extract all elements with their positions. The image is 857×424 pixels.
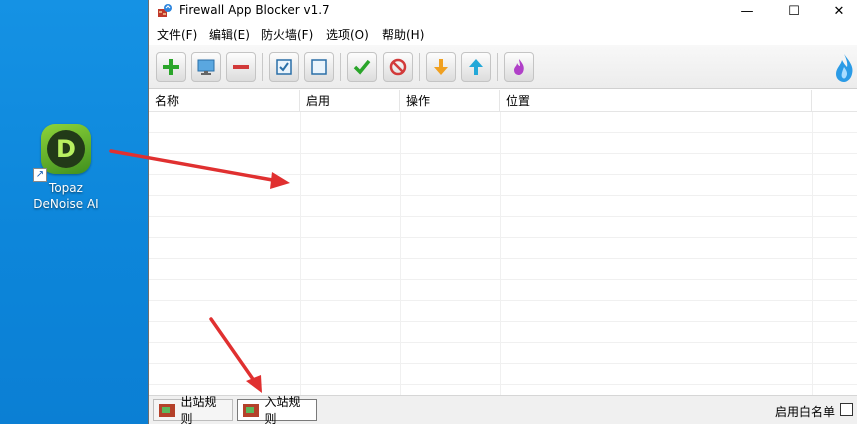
firewall-rule-icon [243,403,259,417]
toolbar-separator [262,53,263,81]
upload-arrow-icon [469,59,483,75]
desktop-icon-label-line2: DeNoise AI [33,197,99,211]
menu-firewall[interactable]: 防火墙(F) [261,26,313,43]
rules-table: 名称 启用 操作 位置 [149,90,857,395]
desktop-icon-label-line1: Topaz [49,181,83,195]
desktop-icon-label: Topaz DeNoise AI [26,180,106,212]
table-row [149,112,857,133]
check-all-button[interactable] [269,52,299,82]
tab-inbound-label: 入站规则 [264,395,301,424]
menu-options[interactable]: 选项(O) [326,26,369,43]
table-row [149,154,857,175]
drop-flame-icon [836,54,853,82]
whitelist-label: 启用白名单 [775,405,836,419]
maximize-button[interactable]: ☐ [771,0,817,22]
table-row [149,217,857,238]
add-button[interactable] [156,52,186,82]
firewall-button[interactable] [504,52,534,82]
close-button[interactable]: ✕ [816,0,857,22]
column-header-action[interactable]: 操作 [400,90,500,112]
flame-icon [514,59,524,75]
checkbox-empty-icon [311,59,327,75]
table-row [149,301,857,322]
import-button[interactable] [426,52,456,82]
tab-outbound-label: 出站规则 [180,395,217,424]
table-row [149,385,857,395]
table-header: 名称 启用 操作 位置 [149,90,857,112]
table-row [149,364,857,385]
title-bar[interactable]: Firewall App Blocker v1.7 — ☐ ✕ [149,0,857,22]
minimize-button[interactable]: — [724,0,770,22]
remove-button[interactable] [226,52,256,82]
app-window: Firewall App Blocker v1.7 — ☐ ✕ 文件(F) 编辑… [148,0,857,424]
table-row [149,343,857,364]
table-row [149,196,857,217]
whitelist-checkbox[interactable] [840,403,853,416]
status-bar: 出站规则 入站规则 启用白名单 [149,395,857,424]
table-row [149,259,857,280]
monitor-button[interactable] [191,52,221,82]
table-row [149,175,857,196]
toolbar-separator [497,53,498,81]
app-letter: D [47,130,85,168]
allow-button[interactable] [347,52,377,82]
tab-outbound-rules[interactable]: 出站规则 [153,395,233,424]
block-button[interactable] [383,52,413,82]
block-icon [389,58,407,76]
add-icon [163,59,179,75]
table-row [149,280,857,301]
table-row [149,322,857,343]
column-header-location[interactable]: 位置 [500,90,812,112]
column-header-name[interactable]: 名称 [149,90,300,112]
desktop: D ↗ Topaz DeNoise AI [0,0,149,424]
firewall-rule-icon [159,403,175,417]
tab-inbound-rules[interactable]: 入站规则 [237,395,317,424]
column-header-enabled[interactable]: 启用 [300,90,400,112]
menu-edit[interactable]: 编辑(E) [209,26,250,43]
toolbar-separator [419,53,420,81]
menu-file[interactable]: 文件(F) [157,26,197,43]
firewall-app-icon [158,4,172,17]
desktop-shortcut-topaz[interactable]: D ↗ Topaz DeNoise AI [26,124,106,212]
allow-check-icon [353,59,371,75]
menu-help[interactable]: 帮助(H) [382,26,424,43]
table-row [149,133,857,154]
table-row [149,238,857,259]
toolbar [149,45,857,89]
window-title: Firewall App Blocker v1.7 [179,3,330,17]
shortcut-arrow-icon: ↗ [33,168,47,182]
checkbox-checked-icon [276,59,292,75]
topaz-denoise-app-icon: D ↗ [33,124,91,182]
uncheck-all-button[interactable] [304,52,334,82]
download-arrow-icon [434,59,448,75]
remove-icon [233,65,249,69]
export-button[interactable] [461,52,491,82]
monitor-icon [197,59,215,75]
menu-bar: 文件(F) 编辑(E) 防火墙(F) 选项(O) 帮助(H) [149,24,857,44]
toolbar-separator [340,53,341,81]
